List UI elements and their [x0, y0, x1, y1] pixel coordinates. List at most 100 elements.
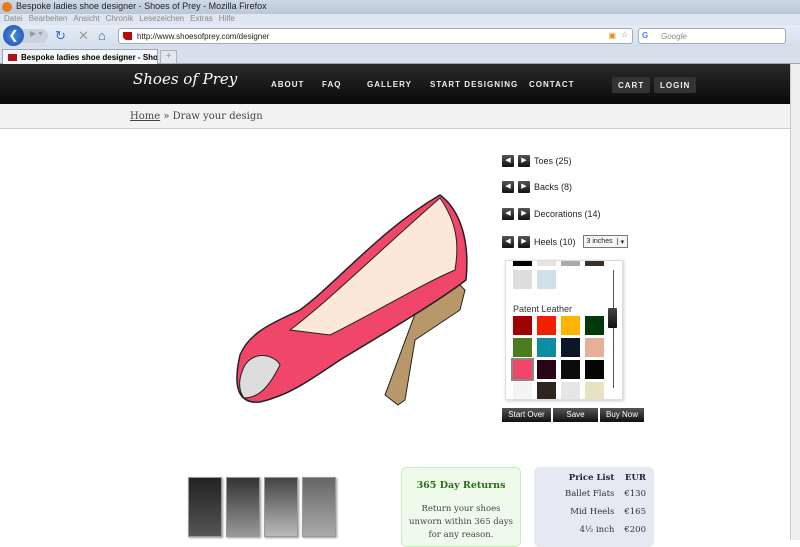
color-swatch[interactable] [513, 338, 532, 357]
login-button[interactable]: Login [654, 77, 697, 93]
color-swatch[interactable] [561, 382, 580, 399]
decorations-prev-button[interactable]: ◀ [502, 208, 514, 220]
price-list: Price List EUR Ballet Flats €130 Mid Heels… [534, 467, 654, 547]
nav-start-designing[interactable]: Start Designing [430, 80, 518, 89]
customer-photo[interactable] [264, 477, 298, 537]
color-swatch[interactable] [511, 358, 534, 381]
color-swatch[interactable] [537, 338, 556, 357]
option-backs: ◀ ▶ Backs (8) [502, 181, 572, 193]
price-item: Ballet Flats [564, 489, 615, 499]
reload-icon[interactable]: ↻ [55, 28, 66, 44]
color-swatch[interactable] [585, 360, 604, 379]
chevron-down-icon: ▾ [616, 238, 624, 246]
menu-ansicht[interactable]: Ansicht [73, 14, 99, 23]
material-palette: Patent Leather [505, 260, 623, 400]
customer-photos [188, 477, 336, 537]
nav-about[interactable]: About [271, 80, 304, 89]
address-bar[interactable]: http://www.shoesofprey.com/designer ▣ ☆ [118, 28, 633, 44]
customer-photo[interactable] [226, 477, 260, 537]
menu-bearbeiten[interactable]: Bearbeiten [29, 14, 68, 23]
price-item: 4½ inch [579, 525, 615, 535]
buy-now-button[interactable]: Buy Now [600, 408, 644, 422]
color-swatch[interactable] [561, 338, 580, 357]
toes-prev-button[interactable]: ◀ [502, 155, 514, 167]
color-swatch[interactable] [585, 338, 604, 357]
returns-box: 365 Day Returns Return your shoes unworn … [401, 467, 521, 547]
google-icon: G [642, 31, 649, 40]
decorations-next-button[interactable]: ▶ [518, 208, 530, 220]
logo[interactable]: Shoes of Prey [133, 70, 237, 88]
option-toes: ◀ ▶ Toes (25) [502, 155, 572, 167]
backs-next-button[interactable]: ▶ [518, 181, 530, 193]
heels-next-button[interactable]: ▶ [518, 235, 530, 248]
tab-title: Bespoke ladies shoe designer - Shoes... [21, 53, 158, 62]
navigation-toolbar: ▶ ▾ ❮ ↻ ✕ ⌂ http://www.shoesofprey.com/d… [0, 25, 800, 47]
firefox-icon [2, 2, 12, 12]
color-swatch[interactable] [585, 382, 604, 399]
nav-gallery[interactable]: Gallery [367, 80, 412, 89]
swatch-partial[interactable] [585, 261, 604, 266]
menu-hilfe[interactable]: Hilfe [219, 14, 235, 23]
swatch-partial[interactable] [561, 261, 580, 266]
backs-prev-button[interactable]: ◀ [502, 181, 514, 193]
menu-extras[interactable]: Extras [190, 14, 213, 23]
cart-button[interactable]: Cart [612, 77, 651, 93]
toes-next-button[interactable]: ▶ [518, 155, 530, 167]
back-button[interactable]: ❮ [3, 25, 24, 46]
price-row: Ballet Flats €130 [555, 485, 646, 503]
palette-scroll-track[interactable] [613, 270, 614, 388]
start-over-button[interactable]: Start Over [502, 408, 551, 422]
price-item: Mid Heels [570, 507, 615, 517]
menu-chronik[interactable]: Chronik [106, 14, 134, 23]
save-button[interactable]: Save [553, 408, 598, 422]
nav-contact[interactable]: Contact [529, 80, 575, 89]
home-icon[interactable]: ⌂ [98, 28, 106, 43]
menu-lesezeichen[interactable]: Lesezeichen [139, 14, 184, 23]
stop-icon[interactable]: ✕ [78, 28, 89, 44]
heels-prev-button[interactable]: ◀ [502, 235, 514, 248]
backs-label: Backs (8) [534, 182, 573, 192]
color-swatch[interactable] [537, 382, 556, 399]
swatch-print-newspaper[interactable] [513, 270, 532, 289]
window-title: Bespoke ladies shoe designer - Shoes of … [16, 1, 267, 11]
returns-title: 365 Day Returns [416, 480, 506, 491]
window-title-bar: Bespoke ladies shoe designer - Shoes of … [0, 0, 800, 14]
page-scrollbar[interactable] [790, 64, 800, 540]
heel-height-select[interactable]: 3 inches ▾ [582, 235, 629, 248]
search-input[interactable]: G Google [638, 28, 786, 44]
color-swatch[interactable] [513, 316, 532, 335]
site-header: Shoes of Prey About FAQ Gallery Start De… [0, 64, 790, 104]
color-swatch[interactable] [537, 360, 556, 379]
tab-shoe-designer[interactable]: Bespoke ladies shoe designer - Shoes... [2, 49, 158, 64]
menu-datei[interactable]: Datei [4, 14, 23, 23]
option-decorations: ◀ ▶ Decorations (14) [502, 208, 601, 220]
heels-label: Heels (10) [534, 236, 576, 247]
palette-scroll-thumb[interactable] [608, 308, 617, 328]
forward-button[interactable]: ▶ ▾ [22, 29, 48, 43]
breadcrumb-home[interactable]: Home [130, 111, 160, 122]
rss-icon[interactable]: ▣ [608, 31, 616, 40]
url-text: http://www.shoesofprey.com/designer [137, 32, 270, 41]
heel-height-value: 3 inches [586, 238, 613, 245]
nav-faq[interactable]: FAQ [322, 80, 341, 89]
swatch-partial[interactable] [537, 261, 556, 266]
color-swatch[interactable] [513, 382, 532, 399]
price-value: €165 [624, 507, 646, 517]
swatch-partial[interactable] [513, 261, 532, 266]
bookmark-star-icon[interactable]: ☆ [621, 30, 628, 39]
price-list-currency: EUR [625, 473, 646, 483]
option-heels: ◀ ▶ Heels (10) 3 inches ▾ [502, 235, 629, 248]
price-value: €130 [624, 489, 646, 499]
color-swatch[interactable] [561, 360, 580, 379]
color-swatch[interactable] [585, 316, 604, 335]
customer-photo[interactable] [188, 477, 222, 537]
palette-heading: Patent Leather [513, 304, 573, 314]
swatch-print-floral[interactable] [537, 270, 556, 289]
toes-label: Toes (25) [534, 156, 572, 166]
customer-photo[interactable] [302, 477, 336, 537]
price-row: 4½ inch €200 [555, 521, 646, 539]
color-swatch[interactable] [537, 316, 556, 335]
decorations-label: Decorations (14) [534, 209, 601, 219]
new-tab-button[interactable]: + [160, 50, 177, 64]
color-swatch[interactable] [561, 316, 580, 335]
